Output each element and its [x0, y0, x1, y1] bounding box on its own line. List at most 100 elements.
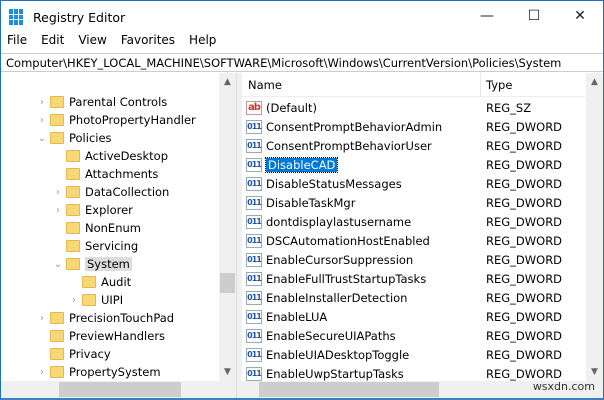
value-row[interactable]: 011 EnableFullTrustStartupTasks REG_DWORD: [242, 269, 586, 288]
tree-item[interactable]: › UIPI: [69, 291, 123, 309]
minimize-button[interactable]: —: [464, 1, 510, 31]
address-bar[interactable]: Computer\HKEY_LOCAL_MACHINE\SOFTWARE\Mic…: [1, 53, 603, 72]
scroll-down-icon[interactable]: ▼: [219, 367, 236, 377]
menu-favorites[interactable]: Favorites: [121, 33, 175, 52]
tree-item[interactable]: › Explorer: [53, 201, 133, 219]
expander-icon[interactable]: ›: [53, 205, 63, 216]
value-type: REG_DWORD: [486, 233, 563, 248]
folder-icon: [66, 258, 80, 270]
value-row[interactable]: 011 EnableUIADesktopToggle REG_DWORD: [242, 345, 586, 364]
string-value-icon: ab: [246, 100, 262, 115]
key-tree-pane: › Parental Controls › PhotoPropertyHandler ⌄…: [1, 73, 237, 398]
binary-value-icon: 011: [246, 290, 262, 305]
tree-item-label: PrecisionTouchPad: [69, 311, 175, 325]
value-type: REG_DWORD: [486, 366, 563, 381]
value-name: EnableCursorSuppression: [266, 252, 414, 267]
tree-item[interactable]: Audit: [69, 273, 131, 291]
folder-icon: [50, 330, 64, 342]
value-row[interactable]: 011 DisableStatusMessages REG_DWORD: [242, 174, 586, 193]
menu-edit[interactable]: Edit: [41, 33, 64, 52]
tree-item[interactable]: › DataCollection: [53, 183, 169, 201]
tree-item[interactable]: Privacy: [37, 345, 111, 363]
value-type: REG_DWORD: [486, 195, 563, 210]
tree-item[interactable]: ActiveDesktop: [53, 147, 168, 165]
maximize-button[interactable]: ☐: [511, 1, 557, 31]
value-row[interactable]: 011 dontdisplaylastusername REG_DWORD: [242, 212, 586, 231]
value-type: REG_SZ: [486, 100, 532, 115]
value-name: DSCAutomationHostEnabled: [266, 233, 430, 248]
folder-icon: [66, 240, 80, 252]
value-name: EnableLUA: [266, 309, 328, 324]
value-row[interactable]: 011 EnableInstallerDetection REG_DWORD: [242, 288, 586, 307]
tree-horizontal-scrollbar[interactable]: [1, 381, 236, 398]
tree-item[interactable]: ⌄ Policies: [37, 129, 112, 147]
value-row[interactable]: 011 ConsentPromptBehaviorUser REG_DWORD: [242, 136, 586, 155]
expander-icon[interactable]: ›: [37, 313, 47, 324]
tree-item-label: PropertySystem: [69, 365, 161, 379]
tree-item[interactable]: NonEnum: [53, 219, 141, 237]
value-name: (Default): [266, 100, 317, 115]
tree-item[interactable]: ⌄ System: [53, 255, 132, 273]
expander-icon[interactable]: ›: [37, 115, 47, 126]
expander-icon[interactable]: ⌄: [53, 259, 63, 270]
tree-item[interactable]: Attachments: [53, 165, 158, 183]
value-name: EnableUIADesktopToggle: [266, 347, 410, 362]
value-row[interactable]: 011 EnableLUA REG_DWORD: [242, 307, 586, 326]
value-name: EnableSecureUIAPaths: [266, 328, 396, 343]
tree-item[interactable]: › Parental Controls: [37, 93, 167, 111]
value-type: REG_DWORD: [486, 214, 563, 229]
value-row[interactable]: 011 DisableTaskMgr REG_DWORD: [242, 193, 586, 212]
tree-item-label: Attachments: [85, 167, 159, 181]
tree-item-label: DataCollection: [85, 185, 170, 199]
menu-help[interactable]: Help: [189, 33, 216, 52]
value-row[interactable]: 011 DisableCAD REG_DWORD: [242, 155, 586, 174]
menu-bar: File Edit View Favorites Help: [1, 33, 230, 52]
value-row[interactable]: ab (Default) REG_SZ: [242, 98, 586, 117]
value-type: REG_DWORD: [486, 119, 563, 134]
value-type: REG_DWORD: [486, 290, 563, 305]
expander-icon[interactable]: ›: [37, 97, 47, 108]
watermark: wsxdn.com: [532, 380, 595, 393]
scroll-down-icon[interactable]: ▼: [586, 367, 603, 377]
close-button[interactable]: ✕: [557, 1, 603, 31]
tree-item-label: Servicing: [85, 239, 139, 253]
scroll-up-icon[interactable]: ▲: [219, 77, 236, 87]
expander-icon[interactable]: ⌄: [37, 133, 47, 144]
menu-file[interactable]: File: [7, 33, 27, 52]
expander-icon[interactable]: ›: [37, 367, 47, 378]
values-vertical-scrollbar[interactable]: ▲ ▼: [586, 73, 603, 381]
binary-value-icon: 011: [246, 157, 262, 172]
tree-item[interactable]: Servicing: [53, 237, 138, 255]
value-name: ConsentPromptBehaviorAdmin: [266, 119, 443, 134]
tree-item[interactable]: › PrecisionTouchPad: [37, 309, 174, 327]
value-type: REG_DWORD: [486, 252, 563, 267]
column-name[interactable]: Name: [248, 78, 282, 92]
scroll-up-icon[interactable]: ▲: [586, 77, 603, 87]
value-name: DisableStatusMessages: [266, 176, 402, 191]
tree-item-label: Privacy: [69, 347, 111, 361]
window-title: Registry Editor: [33, 9, 126, 25]
value-row[interactable]: 011 DSCAutomationHostEnabled REG_DWORD: [242, 231, 586, 250]
value-type: REG_DWORD: [486, 157, 563, 172]
tree-item[interactable]: › PropertySystem: [37, 363, 161, 381]
value-row[interactable]: 011 EnableCursorSuppression REG_DWORD: [242, 250, 586, 269]
expander-icon[interactable]: ›: [53, 187, 63, 198]
binary-value-icon: 011: [246, 309, 262, 324]
value-name: EnableUwpStartupTasks: [266, 366, 404, 381]
tree-item[interactable]: PreviewHandlers: [37, 327, 165, 345]
tree-vertical-scrollbar[interactable]: ▲ ▼: [219, 73, 236, 381]
value-row[interactable]: 011 ConsentPromptBehaviorAdmin REG_DWORD: [242, 117, 586, 136]
column-type[interactable]: Type: [486, 78, 512, 92]
scrollbar-thumb[interactable]: [220, 273, 235, 293]
tree-item[interactable]: › PhotoPropertyHandler: [37, 111, 196, 129]
binary-value-icon: 011: [246, 119, 262, 134]
value-row[interactable]: 011 EnableSecureUIAPaths REG_DWORD: [242, 326, 586, 345]
scrollbar-thumb[interactable]: [259, 382, 439, 397]
binary-value-icon: 011: [246, 233, 262, 248]
tree-item-label: Policies: [69, 131, 112, 145]
expander-icon[interactable]: ›: [69, 295, 79, 306]
registry-editor-app-icon: [9, 9, 25, 25]
scrollbar-thumb[interactable]: [59, 382, 181, 397]
value-name: DisableTaskMgr: [266, 195, 356, 210]
menu-view[interactable]: View: [78, 33, 106, 52]
